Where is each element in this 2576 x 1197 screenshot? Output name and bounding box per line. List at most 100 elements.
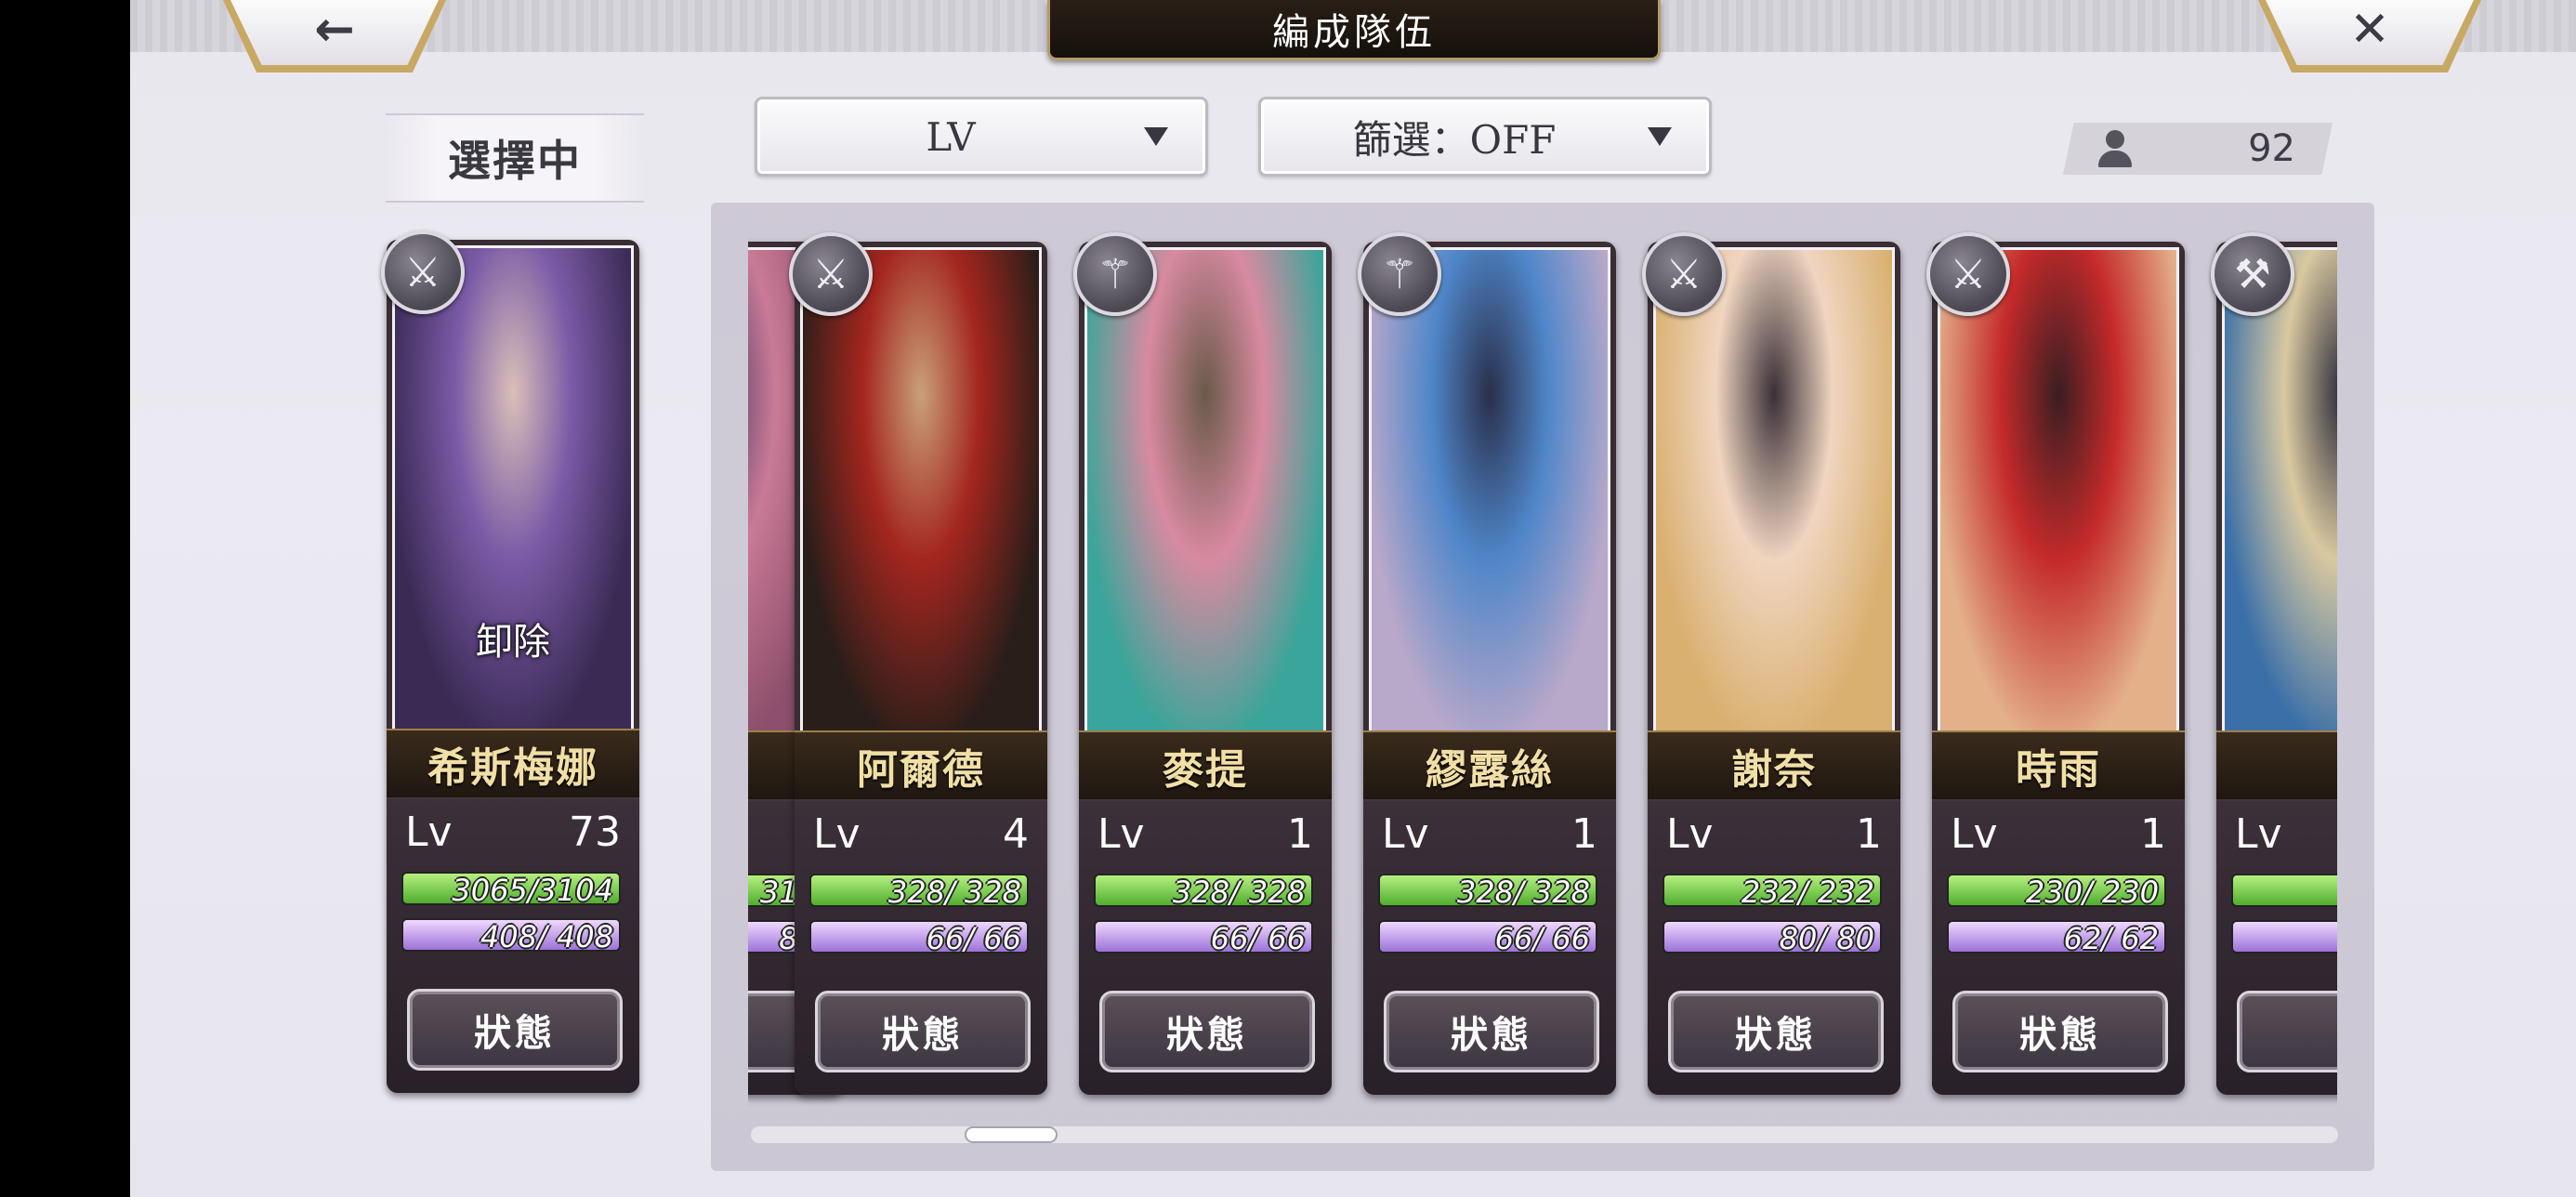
mp-bar: 408/ 408	[401, 918, 621, 954]
character-portrait	[800, 247, 1042, 730]
character-card[interactable]: Lv	[2216, 242, 2337, 1095]
mp-bar: 66/ 66	[809, 920, 1029, 956]
level-value: 1	[1571, 810, 1597, 858]
mp-value: 80/ 80	[1779, 921, 1874, 956]
unit-count-badge: 92	[2063, 123, 2333, 175]
hp-value: 230/ 230	[2025, 875, 2159, 910]
roster-scroll-area[interactable]: 431281阿爾德Lv4328/ 32866/ 66狀態⚔麥提Lv1328/ 3…	[748, 223, 2337, 1115]
hp-value: 328/ 328	[1456, 875, 1590, 910]
mp-value: 66/ 66	[1494, 921, 1590, 956]
unequip-label[interactable]: 卸除	[387, 612, 639, 665]
staff-icon: ⚚	[1358, 232, 1441, 316]
hp-bar: 328/ 328	[1094, 874, 1313, 910]
level-value: 4	[1003, 810, 1029, 858]
unit-count: 92	[2248, 127, 2295, 170]
mp-value: 62/ 62	[2063, 921, 2159, 956]
mp-bar: 66/ 66	[1378, 920, 1597, 956]
hp-bar	[2231, 874, 2337, 907]
character-portrait	[1084, 247, 1326, 730]
filter-dropdown[interactable]: 篩選：OFF	[1258, 97, 1712, 177]
mp-value: 408/ 408	[480, 919, 613, 954]
hp-value: 232/ 232	[1741, 875, 1874, 910]
character-name: 時雨	[2016, 746, 2101, 794]
mp-bar	[2231, 920, 2337, 954]
level-value: 1	[2140, 810, 2166, 858]
status-button[interactable]: 狀態	[1099, 991, 1315, 1072]
hp-bar: 328/ 328	[809, 874, 1029, 910]
mp-bar: 62/ 62	[1947, 920, 2166, 956]
level-row: Lv 1	[1666, 810, 1882, 862]
character-name: 希斯梅娜	[427, 744, 598, 792]
status-button[interactable]	[2237, 991, 2337, 1072]
level-label: Lv	[1382, 810, 1429, 858]
hp-value: 3065/3104	[452, 873, 613, 908]
character-name-band: 謝奈	[1648, 730, 1900, 801]
axe-icon: ⚒	[2211, 232, 2294, 316]
level-row: Lv	[2235, 810, 2337, 862]
level-value: 1	[1287, 810, 1313, 858]
hp-value: 328/ 328	[1172, 875, 1306, 910]
sword-icon: ⚔	[1642, 232, 1726, 316]
chevron-down-icon	[1144, 127, 1168, 146]
back-button[interactable]: ←	[223, 0, 446, 72]
status-button[interactable]: 狀態	[407, 989, 623, 1071]
person-icon	[2096, 128, 2134, 169]
character-name-band: 阿爾德	[795, 730, 1047, 801]
selected-character-card[interactable]: 卸除 希斯梅娜 Lv 73 3065/3104 408/ 408 狀態	[387, 240, 639, 1093]
game-screen: ← 編成隊伍 ✕ 選擇中 LV 篩選：OFF 92 卸除 希斯梅娜 Lv 73 …	[130, 0, 2576, 1197]
staff-icon: ⚚	[1073, 232, 1157, 316]
level-value: 73	[569, 809, 621, 856]
level-label: Lv	[1951, 810, 1998, 858]
hp-bar: 328/ 328	[1378, 874, 1597, 910]
status-button[interactable]: 狀態	[1384, 991, 1599, 1072]
level-row: Lv 4	[813, 810, 1029, 862]
sword-icon: ⚔	[789, 232, 873, 316]
character-name-band: 繆露絲	[1363, 730, 1616, 801]
sword-icon: ⚔	[381, 230, 465, 314]
mp-value: 66/ 66	[1210, 921, 1306, 956]
character-name: 阿爾德	[857, 746, 985, 794]
character-name-band: 時雨	[1932, 730, 2185, 801]
level-label: Lv	[1097, 810, 1145, 858]
character-portrait	[1938, 247, 2179, 730]
character-name-band: 麥提	[1079, 730, 1332, 801]
mp-bar: 80/ 80	[1663, 920, 1882, 956]
close-button[interactable]: ✕	[2258, 0, 2481, 72]
hp-bar: 3065/3104	[401, 872, 621, 908]
status-button[interactable]: 狀態	[1952, 991, 2168, 1072]
character-card[interactable]: 阿爾德 Lv 4 328/ 328 66/ 66 狀態	[795, 242, 1047, 1095]
level-value: 1	[1856, 810, 1882, 858]
character-name: 謝奈	[1731, 746, 1817, 794]
level-row: Lv 73	[405, 809, 621, 861]
character-portrait	[2222, 247, 2337, 730]
mp-bar: 66/ 66	[1094, 920, 1313, 956]
level-label: Lv	[1666, 810, 1714, 858]
character-name-band	[2216, 730, 2337, 801]
close-icon: ✕	[2349, 2, 2390, 58]
sort-dropdown-value: LV	[926, 113, 976, 160]
status-button[interactable]: 狀態	[815, 991, 1031, 1072]
level-row: Lv 1	[1382, 810, 1597, 862]
level-row: Lv 1	[1951, 810, 2166, 862]
hp-bar: 232/ 232	[1663, 874, 1882, 910]
character-card[interactable]: 繆露絲 Lv 1 328/ 328 66/ 66 狀態	[1363, 242, 1616, 1095]
filter-dropdown-value: 篩選：OFF	[1352, 116, 1557, 163]
status-button[interactable]: 狀態	[1668, 991, 1884, 1072]
roster-scrollbar[interactable]	[751, 1126, 2338, 1143]
level-label: Lv	[813, 810, 861, 858]
sort-dropdown[interactable]: LV	[755, 97, 1208, 177]
back-arrow-icon: ←	[314, 2, 355, 58]
character-name: 繆露絲	[1426, 746, 1554, 794]
hp-value: 328/ 328	[887, 875, 1021, 910]
hp-bar: 230/ 230	[1947, 874, 2166, 910]
level-row: Lv 1	[1097, 810, 1313, 862]
character-name-band: 希斯梅娜	[387, 729, 639, 799]
chevron-down-icon	[1648, 127, 1672, 146]
scrollbar-thumb[interactable]	[965, 1126, 1058, 1143]
character-card[interactable]: 麥提 Lv 1 328/ 328 66/ 66 狀態	[1079, 242, 1332, 1095]
sword-icon: ⚔	[1926, 232, 2010, 316]
page-title: 編成隊伍	[1272, 11, 1436, 54]
character-card[interactable]: 謝奈 Lv 1 232/ 232 80/ 80 狀態	[1648, 242, 1900, 1095]
character-card[interactable]: 時雨 Lv 1 230/ 230 62/ 62 狀態	[1932, 242, 2185, 1095]
selected-label: 選擇中	[386, 113, 644, 203]
